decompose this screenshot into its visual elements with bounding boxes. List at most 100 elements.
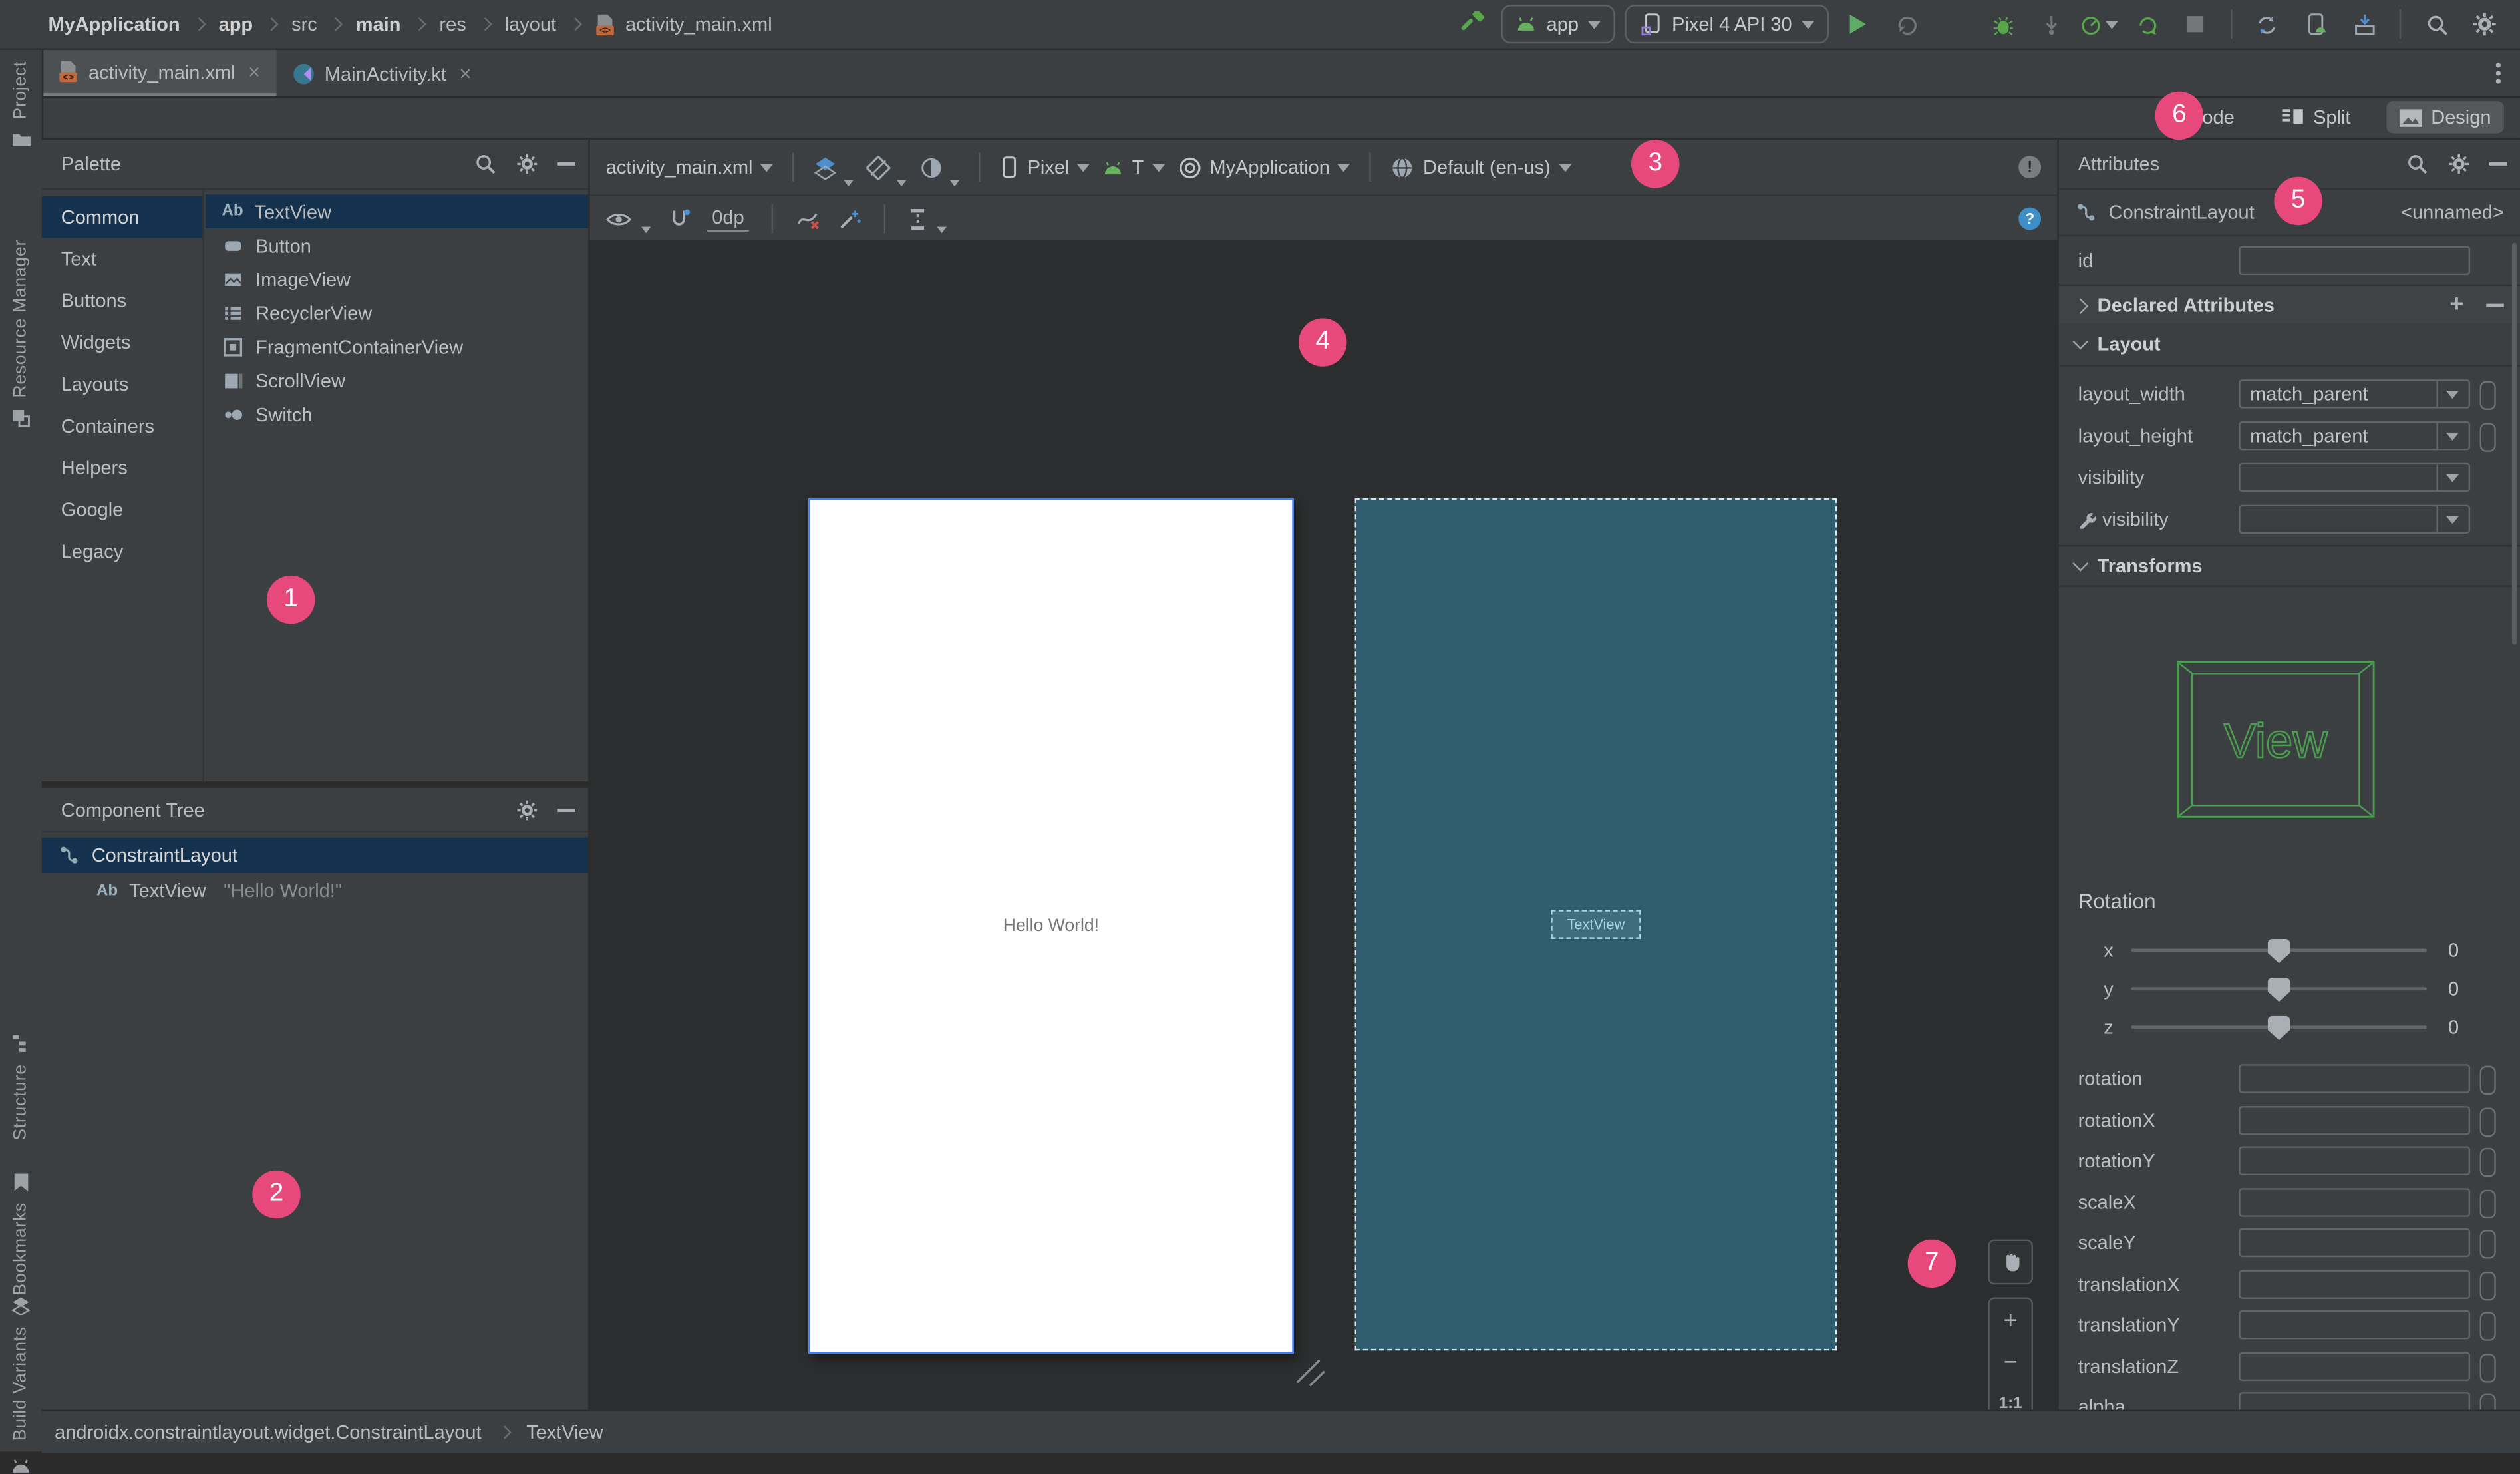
- mode-split-button[interactable]: Split: [2270, 101, 2364, 133]
- zoom-actual-size-button[interactable]: 1:1: [1990, 1383, 2032, 1410]
- alpha-input[interactable]: [2239, 1392, 2471, 1410]
- tab-options-kebab-icon[interactable]: [2495, 63, 2501, 84]
- apply-code-changes-icon[interactable]: [1935, 5, 1974, 43]
- breadcrumb-layout[interactable]: layout: [505, 13, 556, 35]
- file-variant-select[interactable]: activity_main.xml: [606, 156, 774, 178]
- close-icon[interactable]: ×: [248, 59, 260, 83]
- rotation-z-slider[interactable]: [2131, 1015, 2427, 1041]
- gear-icon[interactable]: [516, 153, 538, 176]
- tool-window-build-variants[interactable]: Build Variants: [0, 1296, 42, 1441]
- constraint-toggle[interactable]: [2479, 1312, 2496, 1341]
- palette-category-layouts[interactable]: Layouts: [42, 363, 203, 405]
- attach-debugger-icon[interactable]: [2032, 5, 2070, 43]
- declared-attributes-section[interactable]: Declared Attributes +: [2058, 284, 2520, 327]
- tool-window-project[interactable]: Project: [0, 61, 42, 148]
- breadcrumb-main[interactable]: main: [356, 13, 401, 35]
- constraint-toggle[interactable]: [2479, 1189, 2496, 1218]
- remove-attribute-icon[interactable]: [2486, 303, 2504, 307]
- gear-icon[interactable]: [2447, 153, 2470, 176]
- infer-constraints-icon[interactable]: [838, 206, 862, 230]
- layout-section-header[interactable]: Layout: [2058, 323, 2520, 367]
- search-icon[interactable]: [474, 153, 497, 176]
- translationy-input[interactable]: [2239, 1310, 2471, 1340]
- search-icon[interactable]: [2406, 153, 2428, 176]
- transform-view-preview[interactable]: View: [2176, 661, 2376, 819]
- apply-changes-icon[interactable]: [1887, 5, 1925, 43]
- sdk-manager-icon[interactable]: [2345, 5, 2384, 43]
- sync-gradle-icon[interactable]: [2249, 5, 2287, 43]
- profile-restart-icon[interactable]: [2128, 5, 2167, 43]
- debug-button[interactable]: [1983, 5, 2022, 43]
- rotation-y-slider[interactable]: [2131, 977, 2427, 1002]
- transforms-section-header[interactable]: Transforms: [2058, 544, 2520, 587]
- clear-constraints-icon[interactable]: [796, 206, 822, 230]
- canvas-resize-handle-icon[interactable]: [1292, 1352, 1327, 1387]
- scalex-input[interactable]: [2239, 1187, 2471, 1216]
- default-margin-select[interactable]: 0dp: [707, 206, 749, 232]
- settings-gear-icon[interactable]: [2465, 5, 2504, 43]
- zoom-out-button[interactable]: −: [1990, 1341, 2032, 1383]
- api-version-select[interactable]: T: [1103, 156, 1165, 178]
- design-surface-select-icon[interactable]: [814, 155, 838, 180]
- autoconnect-icon[interactable]: [667, 206, 691, 230]
- pack-align-icon[interactable]: [908, 206, 927, 230]
- tree-row-textview[interactable]: Ab TextView "Hello World!": [42, 873, 588, 908]
- layout-width-combo[interactable]: match_parent: [2239, 379, 2471, 409]
- constraint-toggle[interactable]: [2479, 1352, 2496, 1382]
- gear-icon[interactable]: [516, 798, 538, 821]
- panel-splitter[interactable]: [41, 781, 589, 787]
- help-icon[interactable]: ?: [2018, 207, 2042, 230]
- constraint-toggle[interactable]: [2479, 423, 2496, 452]
- tool-window-bookmarks[interactable]: Bookmarks: [0, 1173, 42, 1295]
- minimize-icon[interactable]: [2489, 162, 2507, 166]
- minimize-icon[interactable]: [557, 807, 575, 811]
- build-hammer-icon[interactable]: [1453, 5, 1492, 43]
- rotation-input[interactable]: [2239, 1064, 2471, 1093]
- palette-item-scrollview[interactable]: ScrollView: [206, 363, 588, 397]
- device-manager-icon[interactable]: [2296, 5, 2335, 43]
- palette-category-google[interactable]: Google: [42, 488, 203, 530]
- visibility-combo[interactable]: [2239, 462, 2471, 492]
- scrollbar[interactable]: [2511, 242, 2517, 645]
- id-input[interactable]: [2239, 246, 2471, 276]
- pan-hand-button[interactable]: [1988, 1239, 2033, 1285]
- locale-select[interactable]: Default (en-us): [1391, 155, 1572, 179]
- tool-window-resource-manager[interactable]: Resource Manager: [0, 240, 42, 429]
- design-canvas[interactable]: Hello World! TextView + − 1:1: [589, 239, 2058, 1410]
- close-icon[interactable]: ×: [459, 61, 471, 85]
- tab-activity-main-xml[interactable]: <> activity_main.xml ×: [41, 49, 277, 96]
- issues-warning-icon[interactable]: !: [2018, 156, 2042, 179]
- breadcrumb-project[interactable]: MyApplication: [48, 13, 180, 35]
- run-configuration-select[interactable]: app: [1501, 5, 1616, 44]
- add-attribute-icon[interactable]: +: [2449, 293, 2463, 317]
- breadcrumb-res[interactable]: res: [439, 13, 466, 35]
- blueprint-view-preview[interactable]: TextView: [1354, 498, 1837, 1351]
- orientation-icon[interactable]: [866, 155, 891, 180]
- blueprint-textview[interactable]: TextView: [1551, 910, 1641, 939]
- constraint-toggle[interactable]: [2479, 1147, 2496, 1177]
- view-options-eye-icon[interactable]: [606, 208, 632, 229]
- search-everywhere-icon[interactable]: [2417, 5, 2455, 43]
- constraint-toggle[interactable]: [2479, 1065, 2496, 1095]
- device-select[interactable]: Pixel 4 API 30: [1625, 5, 1829, 44]
- breadcrumb-textview[interactable]: TextView: [526, 1421, 603, 1444]
- tab-mainactivity-kt[interactable]: MainActivity.kt ×: [276, 50, 487, 96]
- palette-category-containers[interactable]: Containers: [42, 405, 203, 447]
- hello-world-text[interactable]: Hello World!: [1003, 916, 1099, 936]
- device-for-preview-select[interactable]: Pixel: [1001, 156, 1090, 178]
- palette-item-textview[interactable]: Ab TextView: [206, 194, 589, 229]
- tree-row-constraintlayout[interactable]: ConstraintLayout: [41, 837, 589, 873]
- tool-window-structure[interactable]: Structure: [0, 1033, 42, 1141]
- rotationx-input[interactable]: [2239, 1105, 2471, 1135]
- palette-item-recyclerview[interactable]: RecyclerView: [206, 296, 588, 330]
- translationz-input[interactable]: [2239, 1351, 2471, 1380]
- logcat-android-icon[interactable]: [0, 1458, 42, 1474]
- run-button[interactable]: [1839, 5, 1877, 43]
- slider-thumb[interactable]: [2267, 977, 2290, 1002]
- translationx-input[interactable]: [2239, 1269, 2471, 1298]
- zoom-in-button[interactable]: +: [1990, 1299, 2032, 1341]
- profiler-icon[interactable]: [2080, 5, 2119, 43]
- palette-category-widgets[interactable]: Widgets: [42, 321, 203, 363]
- palette-item-button[interactable]: Button: [206, 228, 588, 262]
- palette-item-switch[interactable]: Switch: [206, 397, 588, 431]
